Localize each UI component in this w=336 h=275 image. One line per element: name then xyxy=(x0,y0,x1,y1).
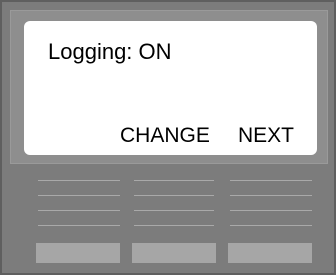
grille-line xyxy=(38,180,120,181)
next-softkey[interactable]: NEXT xyxy=(238,125,294,146)
lcd-screen: Logging: ON CHANGE NEXT xyxy=(24,21,317,155)
grille-line xyxy=(230,225,312,226)
grille-line xyxy=(38,225,120,226)
device-panel: Logging: ON CHANGE NEXT xyxy=(0,0,336,275)
grille-line xyxy=(134,225,214,226)
hardware-button-left[interactable] xyxy=(36,243,120,263)
logging-status: Logging: ON xyxy=(48,39,172,64)
grille-line xyxy=(38,195,120,196)
grille-line xyxy=(230,210,312,211)
hardware-button-center[interactable] xyxy=(132,243,216,263)
grille-line xyxy=(38,210,120,211)
grille-line xyxy=(134,180,214,181)
grille-line xyxy=(230,195,312,196)
grille-line xyxy=(134,210,214,211)
grille-line xyxy=(230,180,312,181)
change-softkey[interactable]: CHANGE xyxy=(120,125,210,146)
hardware-button-right[interactable] xyxy=(228,243,312,263)
grille-line xyxy=(134,195,214,196)
